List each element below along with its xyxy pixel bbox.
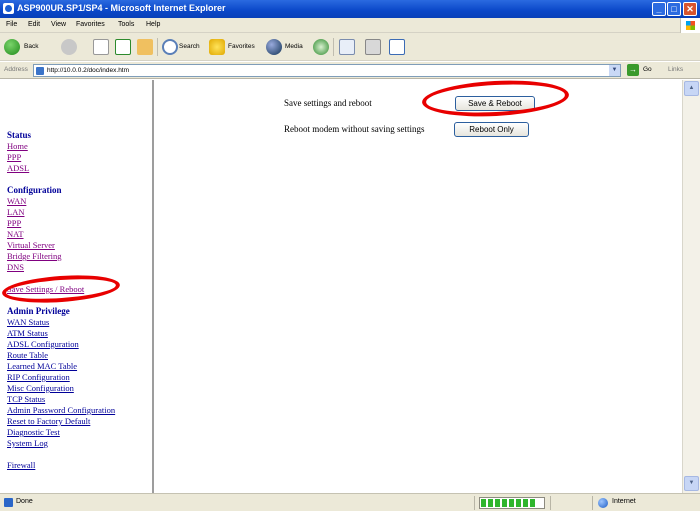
progress-fill xyxy=(481,499,537,507)
toolbar-separator xyxy=(157,38,158,56)
sidebar-nav: Status Home PPP ADSL Configuration WAN L… xyxy=(0,80,154,493)
internet-zone-icon xyxy=(598,498,608,508)
refresh-icon[interactable] xyxy=(115,39,131,55)
nav-link-diagnostic-test[interactable]: Diagnostic Test xyxy=(7,427,60,437)
menu-tools[interactable]: Tools xyxy=(118,21,134,28)
go-arrow-icon[interactable]: → xyxy=(627,64,639,76)
nav-link-home[interactable]: Home xyxy=(7,141,28,151)
nav-link-wan[interactable]: WAN xyxy=(7,196,26,206)
menu-bar: File Edit View Favorites Tools Help xyxy=(0,18,700,33)
nav-link-bridge-filtering[interactable]: Bridge Filtering xyxy=(7,251,62,261)
status-divider xyxy=(474,496,475,510)
address-input[interactable]: http://10.0.0.2/doc/index.htm ▼ xyxy=(33,64,621,77)
menu-help[interactable]: Help xyxy=(146,21,160,28)
vertical-scrollbar[interactable]: ▲ ▼ xyxy=(682,80,700,493)
close-button[interactable]: ✕ xyxy=(683,2,697,16)
chevron-down-icon[interactable]: ▼ xyxy=(609,65,620,76)
menu-favorites[interactable]: Favorites xyxy=(76,21,105,28)
configuration-heading: Configuration xyxy=(7,185,62,195)
nav-link-adsl[interactable]: ADSL xyxy=(7,163,29,173)
forward-arrow-icon[interactable] xyxy=(61,39,77,55)
reboot-only-text: Reboot modem without saving settings xyxy=(284,124,425,134)
reboot-only-button[interactable]: Reboot Only xyxy=(454,122,529,137)
title-bar: ASP900UR.SP1/SP4 - Microsoft Internet Ex… xyxy=(0,0,700,18)
links-button[interactable]: Links xyxy=(668,66,683,73)
go-button[interactable]: Go xyxy=(643,66,652,73)
media-button[interactable]: Media xyxy=(266,38,310,56)
nav-link-adsl-configuration[interactable]: ADSL Configuration xyxy=(7,339,79,349)
status-heading: Status xyxy=(7,130,32,140)
nav-link-route-table[interactable]: Route Table xyxy=(7,350,48,360)
media-icon xyxy=(266,39,282,55)
status-text: Done xyxy=(16,498,33,505)
maximize-button[interactable]: □ xyxy=(667,2,681,16)
back-button[interactable]: Back xyxy=(4,38,52,56)
status-bar: Done Internet xyxy=(0,493,700,511)
nav-link-wan-status[interactable]: WAN Status xyxy=(7,317,49,327)
toolbar-separator xyxy=(333,38,334,56)
search-label: Search xyxy=(179,43,200,50)
nav-link-ppp-status[interactable]: PPP xyxy=(7,152,21,162)
scroll-down-icon[interactable]: ▼ xyxy=(684,476,699,491)
nav-link-dns[interactable]: DNS xyxy=(7,262,24,272)
progress-bar xyxy=(479,497,545,509)
history-icon[interactable] xyxy=(313,39,329,55)
nav-link-atm-status[interactable]: ATM Status xyxy=(7,328,48,338)
page-icon xyxy=(36,67,44,75)
nav-link-misc-configuration[interactable]: Misc Configuration xyxy=(7,383,74,393)
admin-privilege-heading: Admin Privilege xyxy=(7,306,70,316)
menu-edit[interactable]: Edit xyxy=(28,21,40,28)
content-frame: Status Home PPP ADSL Configuration WAN L… xyxy=(0,77,700,493)
highlight-save-settings-link xyxy=(1,271,121,307)
window-title: ASP900UR.SP1/SP4 - Microsoft Internet Ex… xyxy=(17,3,226,13)
print-icon[interactable] xyxy=(365,39,381,55)
mail-icon[interactable] xyxy=(339,39,355,55)
nav-link-reset-factory-default[interactable]: Reset to Factory Default xyxy=(7,416,90,426)
windows-logo-icon xyxy=(680,18,700,33)
menu-view[interactable]: View xyxy=(51,21,66,28)
status-divider xyxy=(592,496,593,510)
nav-link-ppp[interactable]: PPP xyxy=(7,218,21,228)
back-label: Back xyxy=(24,43,39,50)
star-icon xyxy=(209,39,225,55)
save-settings-text: Save settings and reboot xyxy=(284,98,372,108)
nav-link-lan[interactable]: LAN xyxy=(7,207,24,217)
toolbar: Back Search Favorites Media xyxy=(0,33,700,61)
back-arrow-icon xyxy=(4,39,20,55)
nav-link-admin-password[interactable]: Admin Password Configuration xyxy=(7,405,115,415)
nav-link-system-log[interactable]: System Log xyxy=(7,438,48,448)
menu-file[interactable]: File xyxy=(6,21,17,28)
status-divider xyxy=(550,496,551,510)
nav-link-firewall[interactable]: Firewall xyxy=(7,460,35,470)
address-url: http://10.0.0.2/doc/index.htm xyxy=(47,67,130,74)
ie-icon xyxy=(3,3,14,14)
main-content: Save settings and reboot Save & Reboot R… xyxy=(156,77,682,493)
address-label: Address xyxy=(4,66,28,73)
favorites-label: Favorites xyxy=(228,43,255,50)
nav-link-rip-configuration[interactable]: RIP Configuration xyxy=(7,372,70,382)
search-button[interactable]: Search xyxy=(162,38,206,56)
nav-link-nat[interactable]: NAT xyxy=(7,229,24,239)
nav-link-learned-mac-table[interactable]: Learned MAC Table xyxy=(7,361,77,371)
page-done-icon xyxy=(4,498,13,507)
favorites-button[interactable]: Favorites xyxy=(209,38,261,56)
scroll-up-icon[interactable]: ▲ xyxy=(684,81,699,96)
address-bar: Address http://10.0.0.2/doc/index.htm ▼ … xyxy=(0,62,700,79)
nav-link-virtual-server[interactable]: Virtual Server xyxy=(7,240,55,250)
home-icon[interactable] xyxy=(137,39,153,55)
stop-icon[interactable] xyxy=(93,39,109,55)
media-label: Media xyxy=(285,43,303,50)
nav-link-tcp-status[interactable]: TCP Status xyxy=(7,394,45,404)
edit-page-icon[interactable] xyxy=(389,39,405,55)
highlight-save-reboot-button xyxy=(421,77,570,120)
minimize-button[interactable]: _ xyxy=(652,2,666,16)
security-zone-label: Internet xyxy=(612,498,636,505)
search-icon xyxy=(162,39,178,55)
